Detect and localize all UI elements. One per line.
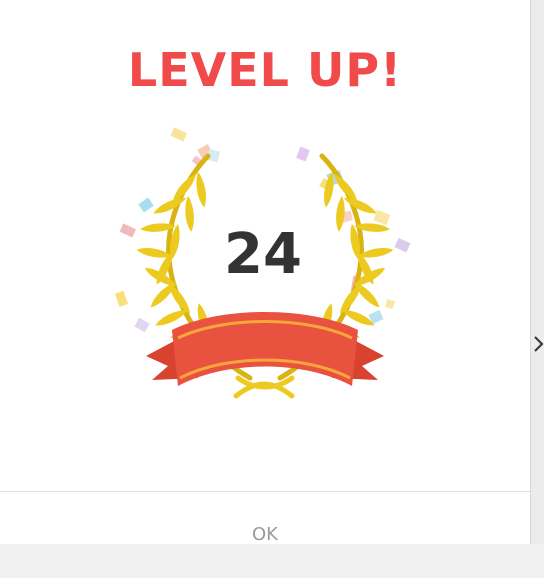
side-panel-edge	[530, 0, 544, 544]
chevron-right-icon[interactable]	[533, 334, 544, 354]
level-number: 24	[224, 222, 302, 287]
ok-button[interactable]: OK	[0, 492, 530, 545]
level-up-dialog: LEVEL UP! 24 OK	[0, 0, 530, 545]
